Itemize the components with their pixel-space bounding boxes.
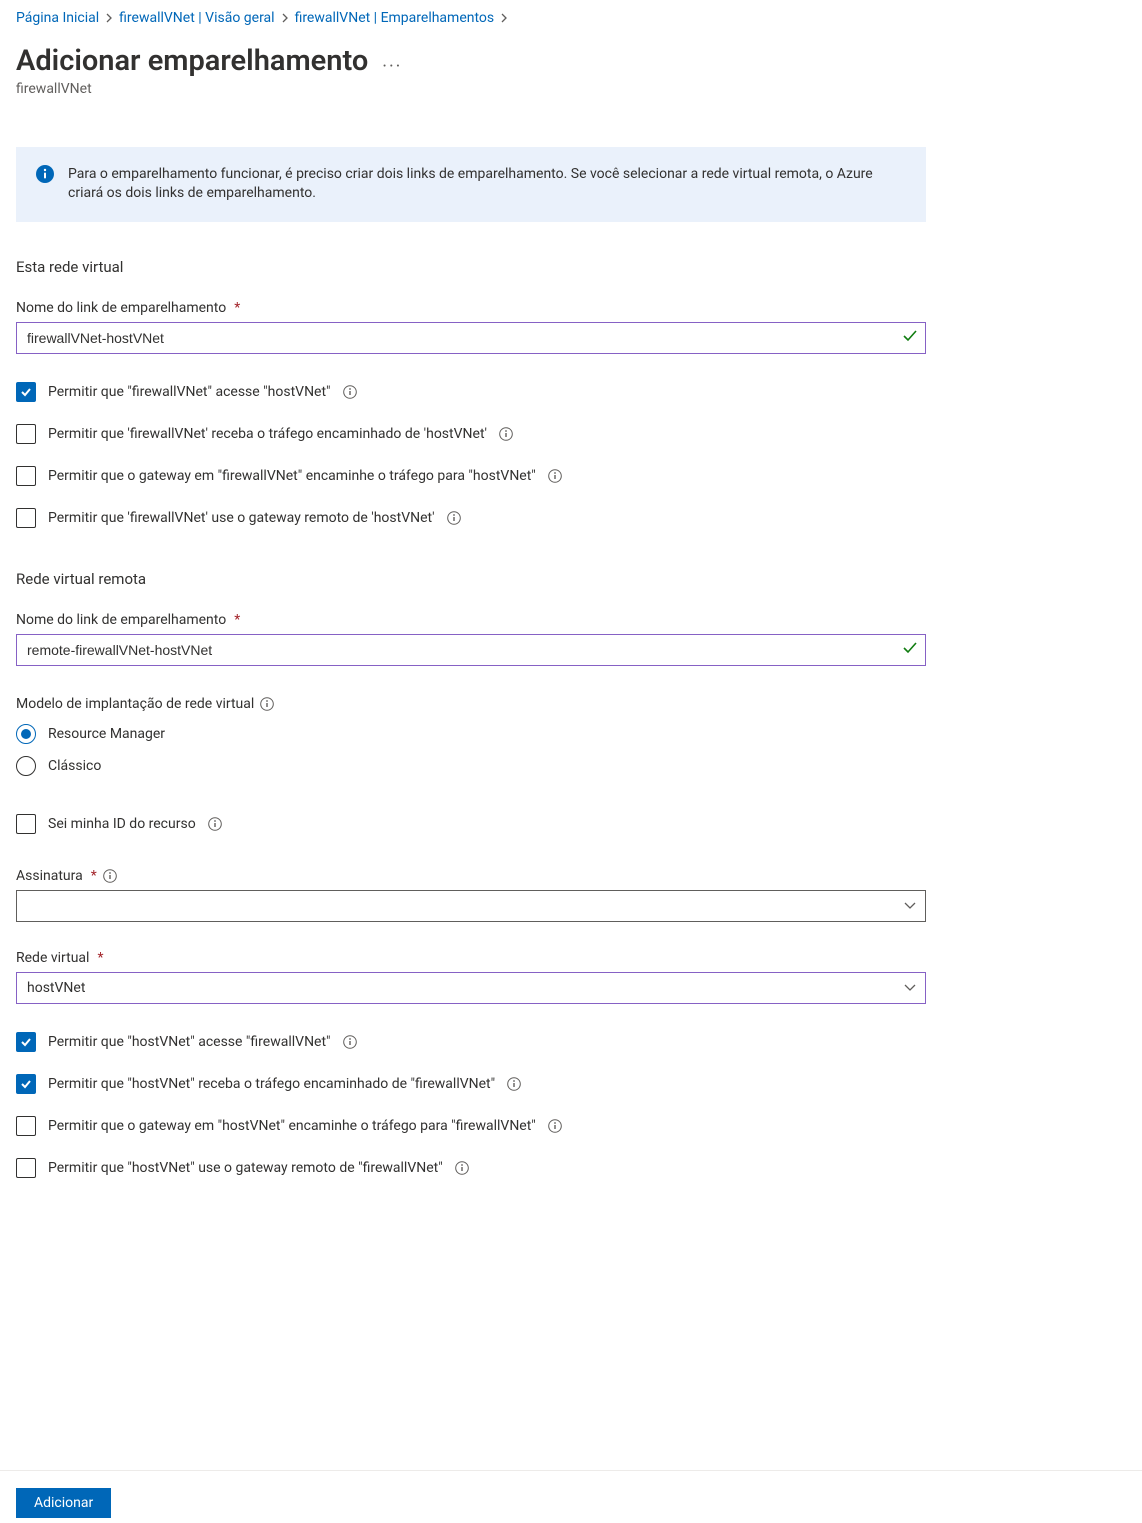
breadcrumb-home[interactable]: Página Inicial <box>16 10 99 26</box>
breadcrumb-overview[interactable]: firewallVNet | Visão geral <box>119 10 274 26</box>
know-resource-id-checkbox[interactable] <box>16 814 36 834</box>
info-icon[interactable] <box>103 869 117 883</box>
deployment-model-classic-label: Clássico <box>48 758 101 774</box>
add-button[interactable]: Adicionar <box>16 1488 111 1518</box>
this-allow-access-label: Permitir que "firewallVNet" acesse "host… <box>48 384 331 400</box>
deployment-model-classic-row: Clássico <box>16 756 926 776</box>
remote-gateway-forward-row: Permitir que o gateway em "hostVNet" enc… <box>16 1116 926 1136</box>
this-use-remote-gateway-label: Permitir que 'firewallVNet' use o gatewa… <box>48 510 435 526</box>
more-menu-button[interactable]: ··· <box>382 46 402 77</box>
page-title: Adicionar emparelhamento <box>16 44 368 79</box>
remote-gateway-forward-label: Permitir que o gateway em "hostVNet" enc… <box>48 1118 536 1134</box>
info-icon[interactable] <box>455 1161 469 1175</box>
info-icon[interactable] <box>548 1119 562 1133</box>
remote-vnet-heading: Rede virtual remota <box>16 570 926 588</box>
this-gateway-forward-label: Permitir que o gateway em "firewallVNet"… <box>48 468 536 484</box>
this-gateway-forward-row: Permitir que o gateway em "firewallVNet"… <box>16 466 926 486</box>
chevron-right-icon <box>281 13 289 23</box>
remote-use-remote-gateway-row: Permitir que "hostVNet" use o gateway re… <box>16 1158 926 1178</box>
info-icon[interactable] <box>343 385 357 399</box>
this-allow-access-row: Permitir que "firewallVNet" acesse "host… <box>16 382 926 402</box>
remote-vnet-value: hostVNet <box>27 980 85 996</box>
know-resource-id-row: Sei minha ID do recurso <box>16 814 926 834</box>
remote-use-remote-gateway-checkbox[interactable] <box>16 1158 36 1178</box>
info-banner: Para o emparelhamento funcionar, é preci… <box>16 147 926 222</box>
chevron-right-icon <box>105 13 113 23</box>
remote-allow-forwarded-row: Permitir que "hostVNet" receba o tráfego… <box>16 1074 926 1094</box>
remote-allow-access-label: Permitir que "hostVNet" acesse "firewall… <box>48 1034 331 1050</box>
breadcrumb-peerings[interactable]: firewallVNet | Emparelhamentos <box>295 10 495 26</box>
this-allow-forwarded-checkbox[interactable] <box>16 424 36 444</box>
chevron-right-icon <box>500 13 508 23</box>
this-vnet-heading: Esta rede virtual <box>16 258 926 276</box>
remote-link-name-input[interactable] <box>16 634 926 666</box>
info-icon[interactable] <box>208 817 222 831</box>
remote-allow-forwarded-label: Permitir que "hostVNet" receba o tráfego… <box>48 1076 495 1092</box>
info-icon[interactable] <box>499 427 513 441</box>
remote-use-remote-gateway-label: Permitir que "hostVNet" use o gateway re… <box>48 1160 443 1176</box>
info-icon[interactable] <box>447 511 461 525</box>
info-icon[interactable] <box>343 1035 357 1049</box>
this-link-name-input[interactable] <box>16 322 926 354</box>
breadcrumb: Página Inicial firewallVNet | Visão gera… <box>16 6 1126 34</box>
remote-allow-forwarded-checkbox[interactable] <box>16 1074 36 1094</box>
remote-link-name-label: Nome do link de emparelhamento* <box>16 612 926 628</box>
this-allow-forwarded-row: Permitir que 'firewallVNet' receba o trá… <box>16 424 926 444</box>
footer-separator <box>0 1470 1142 1471</box>
info-icon <box>36 165 54 187</box>
remote-allow-access-row: Permitir que "hostVNet" acesse "firewall… <box>16 1032 926 1052</box>
this-link-name-label: Nome do link de emparelhamento* <box>16 300 926 316</box>
remote-allow-access-checkbox[interactable] <box>16 1032 36 1052</box>
deployment-model-classic-radio[interactable] <box>16 756 36 776</box>
remote-gateway-forward-checkbox[interactable] <box>16 1116 36 1136</box>
deployment-model-label: Modelo de implantação de rede virtual <box>16 696 926 712</box>
this-gateway-forward-checkbox[interactable] <box>16 466 36 486</box>
info-icon[interactable] <box>260 697 274 711</box>
know-resource-id-label: Sei minha ID do recurso <box>48 816 196 832</box>
subscription-label: Assinatura* <box>16 868 926 884</box>
info-icon[interactable] <box>507 1077 521 1091</box>
deployment-model-rm-label: Resource Manager <box>48 726 165 742</box>
this-use-remote-gateway-row: Permitir que 'firewallVNet' use o gatewa… <box>16 508 926 528</box>
remote-vnet-label: Rede virtual* <box>16 950 926 966</box>
this-allow-forwarded-label: Permitir que 'firewallVNet' receba o trá… <box>48 426 487 442</box>
page-subtitle: firewallVNet <box>16 81 1126 97</box>
this-allow-access-checkbox[interactable] <box>16 382 36 402</box>
deployment-model-rm-radio[interactable] <box>16 724 36 744</box>
deployment-model-rm-row: Resource Manager <box>16 724 926 744</box>
remote-vnet-select[interactable]: hostVNet <box>16 972 926 1004</box>
subscription-select[interactable] <box>16 890 926 922</box>
info-banner-text: Para o emparelhamento funcionar, é preci… <box>68 165 906 204</box>
info-icon[interactable] <box>548 469 562 483</box>
this-use-remote-gateway-checkbox[interactable] <box>16 508 36 528</box>
